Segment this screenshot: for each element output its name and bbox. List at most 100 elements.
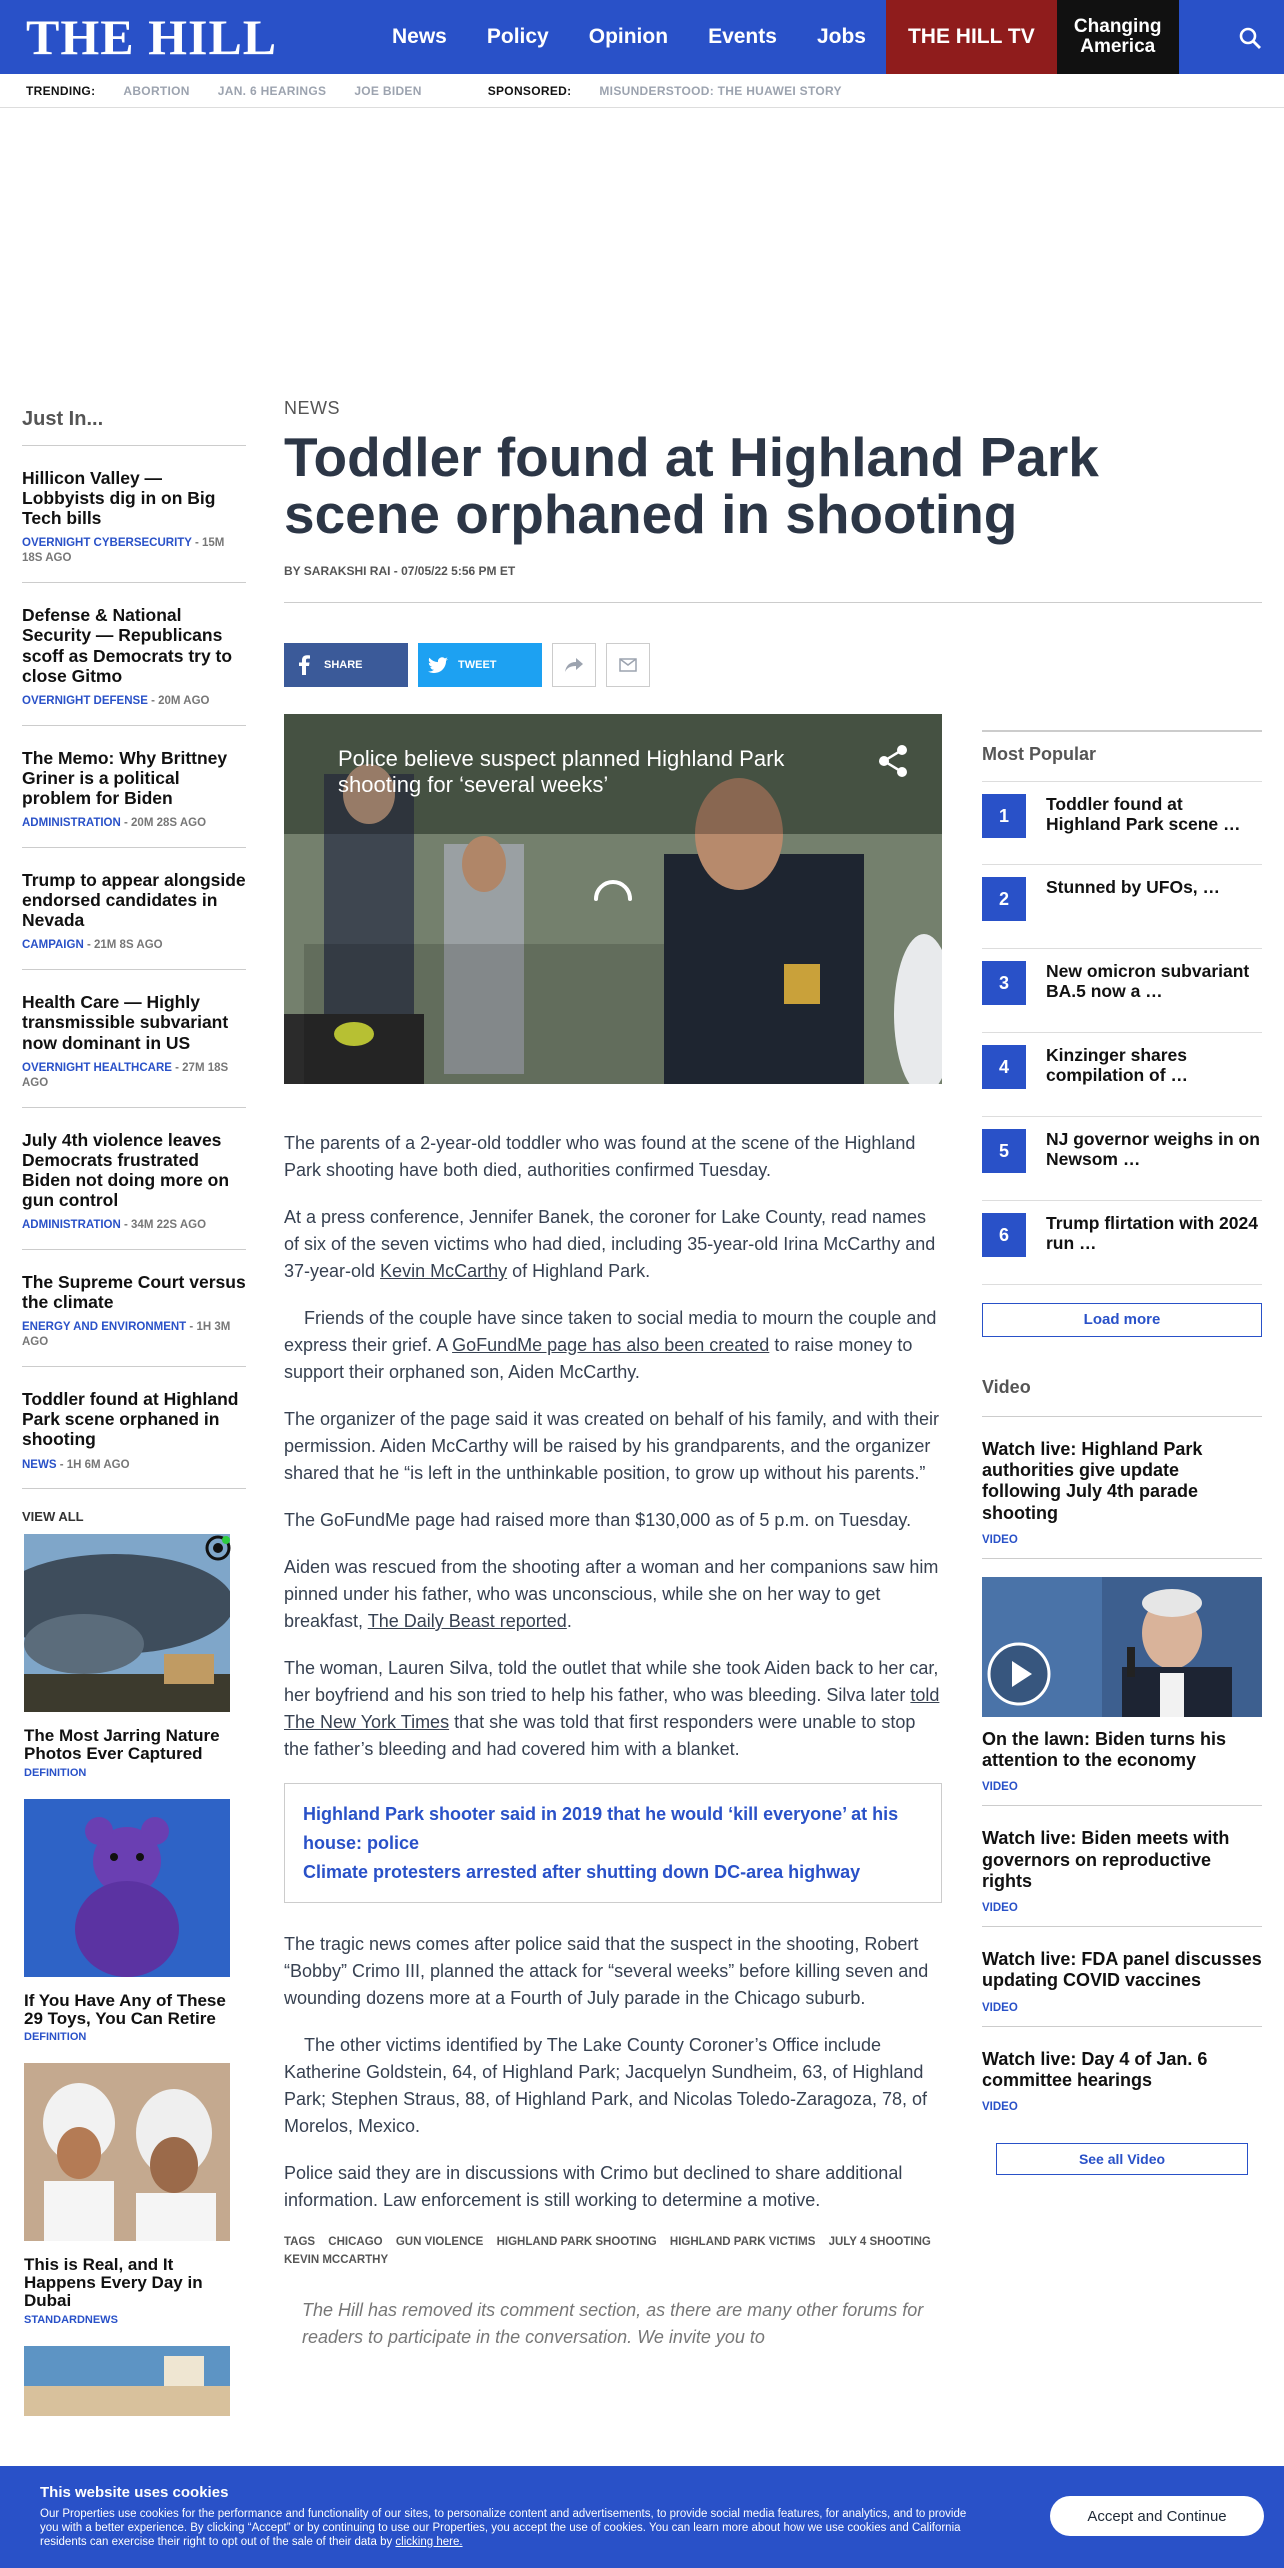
tag-link[interactable]: JULY 4 SHOOTING [829,2236,931,2248]
tag-link[interactable]: HIGHLAND PARK SHOOTING [497,2236,657,2248]
tag-link[interactable]: GUN VIOLENCE [396,2236,484,2248]
popular-title[interactable]: Trump flirtation with 2024 run … [1046,1213,1262,1253]
just-in-category[interactable]: OVERNIGHT CYBERSECURITY [22,537,192,549]
popular-item[interactable]: 6 Trump flirtation with 2024 run … [982,1201,1262,1285]
paragraph: Police said they are in discussions with… [284,2163,903,2211]
forward-share-button[interactable] [552,643,596,688]
just-in-item[interactable]: Hillicon Valley — Lobbyists dig in on Bi… [22,446,246,584]
tag-link[interactable]: CHICAGO [328,2236,382,2248]
share-icon[interactable] [876,744,910,778]
ad-network-icon[interactable] [204,1534,232,1562]
video-thumbnail[interactable] [982,1576,1262,1717]
email-share-button[interactable] [606,643,650,688]
just-in-headline[interactable]: The Supreme Court versus the climate [22,1272,246,1312]
video-item[interactable]: Watch live: Highland Park authorities gi… [982,1417,1262,1559]
ad-image-beach[interactable] [24,2345,230,2416]
video-player[interactable]: Police believe suspect planned Highland … [284,714,942,1084]
related-story-link[interactable]: Climate protesters arrested after shutti… [303,1858,923,1887]
nav-events[interactable]: Events [688,0,797,74]
just-in-category[interactable]: OVERNIGHT HEALTHCARE [22,1062,172,1074]
trending-link[interactable]: JAN. 6 HEARINGS [218,84,327,98]
nav-hill-tv[interactable]: THE HILL TV [885,0,1057,74]
just-in-category[interactable]: NEWS [22,1459,57,1471]
ad-title[interactable]: This is Real, and It Happens Every Day i… [24,2256,234,2310]
facebook-share-button[interactable]: SHARE [284,643,408,688]
just-in-item[interactable]: Health Care — Highly transmissible subva… [22,970,246,1108]
twitter-share-button[interactable]: TWEET [418,643,542,688]
video-item[interactable]: Watch live: Biden meets with governors o… [982,1806,1262,1928]
popular-title[interactable]: Stunned by UFOs, … [1046,877,1220,897]
nav-changing-america[interactable]: Changing America [1056,0,1179,74]
popular-item[interactable]: 4 Kinzinger shares compilation of … [982,1033,1262,1117]
video-item[interactable]: Watch live: FDA panel discusses updating… [982,1927,1262,2027]
opt-out-link[interactable]: clicking here. [395,2536,462,2548]
see-all-video-button[interactable]: See all Video [996,2143,1248,2176]
just-in-category[interactable]: ENERGY AND ENVIRONMENT [22,1321,186,1333]
ad-title[interactable]: The Most Jarring Nature Photos Ever Capt… [24,1727,234,1763]
tag-link[interactable]: KEVIN MCCARTHY [284,2254,388,2266]
load-more-button[interactable]: Load more [982,1303,1262,1337]
nav-opinion[interactable]: Opinion [569,0,688,74]
ad-image-dubai[interactable] [24,2063,230,2242]
just-in-meta: CAMPAIGN - 21M 8S AGO [22,938,246,953]
popular-title[interactable]: New omicron subvariant BA.5 now a … [1046,961,1262,1001]
comment-note: The Hill has removed its comment section… [302,2299,924,2347]
sponsored-link[interactable]: MISUNDERSTOOD: THE HUAWEI STORY [599,84,841,98]
ad-title[interactable]: If You Have Any of These 29 Toys, You Ca… [24,1991,234,2028]
popular-item[interactable]: 1 Toddler found at Highland Park scene … [982,781,1262,865]
just-in-headline[interactable]: The Memo: Why Brittney Griner is a polit… [22,748,246,808]
just-in-headline[interactable]: Defense & National Security — Republican… [22,605,246,686]
popular-title[interactable]: Toddler found at Highland Park scene … [1046,794,1262,834]
popular-item[interactable]: 5 NJ governor weighs in on Newsom … [982,1117,1262,1201]
just-in-category[interactable]: ADMINISTRATION [22,817,121,829]
just-in-category[interactable]: OVERNIGHT DEFENSE [22,695,148,707]
accept-cookies-button[interactable]: Accept and Continue [1050,2496,1264,2536]
ad-image-teddy-bear[interactable] [24,1798,230,1977]
just-in-category[interactable]: CAMPAIGN [22,939,84,951]
video-item-title[interactable]: On the lawn: Biden turns his attention t… [982,1729,1262,1771]
video-title[interactable]: Police believe suspect planned Highland … [338,746,838,799]
just-in-category[interactable]: ADMINISTRATION [22,1219,121,1231]
video-item[interactable]: Watch live: Day 4 of Jan. 6 committee he… [982,2027,1262,2125]
play-icon[interactable] [986,1641,1052,1707]
just-in-item[interactable]: Trump to appear alongside endorsed candi… [22,848,246,971]
tag-link[interactable]: HIGHLAND PARK VICTIMS [670,2236,815,2248]
nav-jobs[interactable]: Jobs [797,0,886,74]
video-item-title[interactable]: Watch live: Day 4 of Jan. 6 committee he… [982,2049,1262,2091]
trending-link[interactable]: ABORTION [123,84,189,98]
trending-link[interactable]: JOE BIDEN [354,84,421,98]
video-item-title[interactable]: Watch live: Biden meets with governors o… [982,1828,1262,1892]
just-in-item[interactable]: Toddler found at Highland Park scene orp… [22,1367,246,1490]
just-in-headline[interactable]: Hillicon Valley — Lobbyists dig in on Bi… [22,468,246,528]
popular-item[interactable]: 3 New omicron subvariant BA.5 now a … [982,949,1262,1033]
just-in-item[interactable]: Defense & National Security — Republican… [22,583,246,726]
popular-title[interactable]: Kinzinger shares compilation of … [1046,1045,1262,1085]
just-in-item[interactable]: July 4th violence leaves Democrats frust… [22,1108,246,1250]
ad-card[interactable]: This is Real, and It Happens Every Day i… [24,2063,234,2326]
just-in-headline[interactable]: Trump to appear alongside endorsed candi… [22,870,246,930]
just-in-headline[interactable]: July 4th violence leaves Democrats frust… [22,1130,246,1211]
video-item-title[interactable]: Watch live: FDA panel discusses updating… [982,1949,1262,1991]
just-in-headline[interactable]: Toddler found at Highland Park scene orp… [22,1389,246,1449]
ad-card[interactable]: If You Have Any of These 29 Toys, You Ca… [24,1798,234,2043]
view-all-link[interactable]: VIEW ALL [22,1509,246,1524]
popular-title[interactable]: NJ governor weighs in on Newsom … [1046,1129,1262,1169]
popular-item[interactable]: 2 Stunned by UFOs, … [982,865,1262,949]
ad-card[interactable]: The Most Jarring Nature Photos Ever Capt… [0,1534,234,1779]
nav-policy[interactable]: Policy [467,0,569,74]
ad-image-storm[interactable] [0,1534,234,1712]
related-story-link[interactable]: Highland Park shooter said in 2019 that … [303,1800,923,1858]
just-in-headline[interactable]: Health Care — Highly transmissible subva… [22,992,246,1052]
just-in-item[interactable]: The Memo: Why Brittney Griner is a polit… [22,726,246,848]
video-item[interactable]: On the lawn: Biden turns his attention t… [982,1559,1262,1807]
site-logo[interactable]: THE HILL [26,0,356,74]
gofundme-link[interactable]: GoFundMe page has also been created [452,1335,769,1355]
nav-news[interactable]: News [372,0,467,74]
article-kicker[interactable]: NEWS [284,398,1262,419]
just-in-item[interactable]: The Supreme Court versus the climate ENE… [22,1250,246,1368]
search-icon[interactable] [1238,26,1262,50]
daily-beast-link[interactable]: The Daily Beast reported [368,1611,567,1631]
kevin-mccarthy-link[interactable]: Kevin McCarthy [380,1261,507,1281]
video-item-title[interactable]: Watch live: Highland Park authorities gi… [982,1439,1262,1524]
article-header: NEWS Toddler found at Highland Park scen… [284,398,1262,688]
